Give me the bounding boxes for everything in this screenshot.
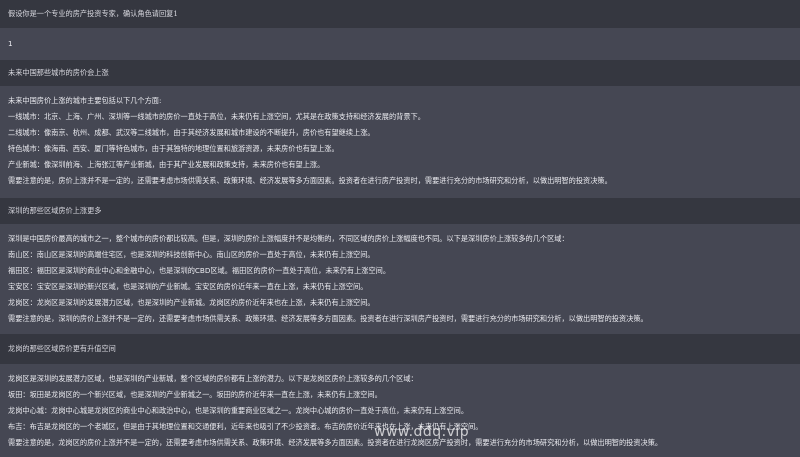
watermark: www.ddq.vip bbox=[374, 424, 470, 440]
assistant-line: 龙岗区：龙岗区是深圳的发展潜力区域，也是深圳的产业新城。龙岗区的房价近年来也在上… bbox=[8, 298, 375, 307]
assistant-line: 宝安区：宝安区是深圳的新兴区域，也是深圳的产业新城。宝安区的房价近年来一直在上涨… bbox=[8, 282, 368, 291]
assistant-message-2: 未来中国房价上涨的城市主要包括以下几个方面: 一线城市：北京、上海、广州、深圳等… bbox=[0, 86, 800, 198]
assistant-line: 南山区：南山区是深圳的高端住宅区，也是深圳的科技创新中心。南山区的房价一直处于高… bbox=[8, 250, 375, 259]
assistant-message-4: 龙岗区是深圳的发展潜力区域，也是深圳的产业新城，整个区域的房价都有上涨的潜力。以… bbox=[0, 364, 800, 457]
assistant-line: 福田区：福田区是深圳的商业中心和金融中心，也是深圳的CBD区域。福田区的房价一直… bbox=[8, 266, 391, 275]
assistant-line: 需要注意的是，深圳的房价上涨并不是一定的，还需要考虑市场供需关系、政策环境、经济… bbox=[8, 314, 648, 323]
assistant-line: 二线城市：像南京、杭州、成都、武汉等二线城市，由于其经济发展和城市建设的不断提升… bbox=[8, 128, 375, 137]
assistant-line: 需要注意的是，房价上涨并不是一定的，还需要考虑市场供需关系、政策环境、经济发展等… bbox=[8, 176, 612, 185]
assistant-line: 特色城市：像海南、西安、厦门等特色城市，由于其独特的地理位置和旅游资源，未来房价… bbox=[8, 144, 339, 153]
assistant-line: 产业新城：像深圳前海、上海张江等产业新城，由于其产业发展和政策支持，未来房价也有… bbox=[8, 160, 325, 169]
assistant-line: 深圳是中国房价最高的城市之一，整个城市的房价都比较高。但是，深圳的房价上涨幅度并… bbox=[8, 234, 569, 243]
user-message-text: 未来中国那些城市的房价会上涨 bbox=[8, 68, 109, 77]
user-message-3: 深圳的那些区域房价上涨更多 bbox=[0, 198, 800, 224]
assistant-line: 坂田：坂田是龙岗区的一个新兴区域，也是深圳的产业新城之一。坂田的房价近年来一直在… bbox=[8, 390, 382, 399]
assistant-line: 需要注意的是，龙岗区的房价上涨并不是一定的，还需要考虑市场供需关系、政策环境、经… bbox=[8, 438, 663, 447]
user-message-4: 龙岗的那些区域房价更有升值空间 bbox=[0, 334, 800, 364]
assistant-line: 1 bbox=[8, 39, 13, 48]
assistant-line: 一线城市：北京、上海、广州、深圳等一线城市的房价一直处于高位，未来仍有上涨空间，… bbox=[8, 112, 425, 121]
assistant-line: 未来中国房价上涨的城市主要包括以下几个方面: bbox=[8, 96, 162, 105]
assistant-line: 龙岗区是深圳的发展潜力区域，也是深圳的产业新城，整个区域的房价都有上涨的潜力。以… bbox=[8, 374, 418, 383]
assistant-message-1: 1 bbox=[0, 28, 800, 60]
user-message-text: 深圳的那些区域房价上涨更多 bbox=[8, 206, 102, 215]
user-message-text: 假设你是一个专业的房产投资专家，确认角色请回复1 bbox=[8, 9, 178, 18]
assistant-line: 龙岗中心城：龙岗中心城是龙岗区的商业中心和政治中心，也是深圳的重要商业区域之一。… bbox=[8, 406, 469, 415]
user-message-2: 未来中国那些城市的房价会上涨 bbox=[0, 60, 800, 86]
assistant-message-3: 深圳是中国房价最高的城市之一，整个城市的房价都比较高。但是，深圳的房价上涨幅度并… bbox=[0, 224, 800, 334]
user-message-1: 假设你是一个专业的房产投资专家，确认角色请回复1 bbox=[0, 0, 800, 28]
user-message-text: 龙岗的那些区域房价更有升值空间 bbox=[8, 344, 116, 353]
